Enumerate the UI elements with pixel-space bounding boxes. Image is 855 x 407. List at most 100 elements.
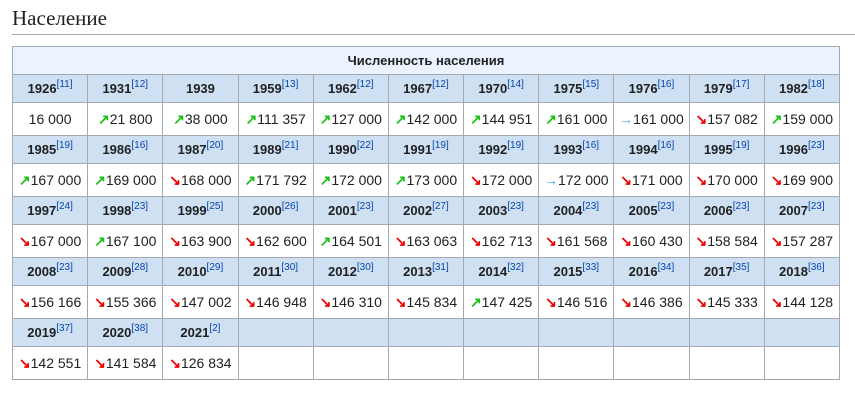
reference-link[interactable]: [15] — [582, 79, 599, 90]
population-cell: ↘146 310 — [312, 285, 389, 319]
population-cell: ↘167 000 — [11, 224, 89, 258]
reference-link[interactable]: [16] — [131, 140, 148, 151]
trend-down-icon: ↘ — [394, 293, 407, 310]
population-value: 169 000 — [105, 171, 157, 188]
year-cell: 1939 — [162, 74, 239, 103]
reference-link[interactable]: [30] — [281, 262, 298, 273]
year-cell: 2004[23] — [538, 196, 615, 225]
reference-link[interactable]: [22] — [357, 140, 374, 151]
year: 1998 — [102, 203, 132, 218]
reference-link[interactable]: [31] — [432, 262, 449, 273]
reference-link[interactable]: [23] — [808, 201, 825, 212]
reference-link[interactable]: [12] — [357, 79, 374, 90]
value-row: ↘156 166 ↘155 366 ↘147 002 ↘146 948 ↘146 310… — [11, 285, 841, 319]
year-cell — [613, 318, 690, 347]
reference-link[interactable]: [17] — [733, 79, 750, 90]
population-value: 170 000 — [707, 171, 758, 188]
year-row: 2008[23] 2009[28] 2010[29] 2011[30] 2012[30]… — [11, 257, 841, 286]
reference-link[interactable]: [14] — [507, 79, 524, 90]
trend-down-icon: ↘ — [770, 171, 783, 188]
population-cell — [387, 346, 465, 380]
reference-link[interactable]: [16] — [582, 140, 599, 151]
year: 2009 — [102, 264, 132, 279]
year: 2002 — [403, 203, 433, 218]
reference-link[interactable]: [11] — [57, 79, 73, 90]
reference-link[interactable]: [34] — [658, 262, 675, 273]
year: 1967 — [403, 81, 433, 96]
year-cell: 1993[16] — [538, 135, 615, 164]
reference-link[interactable]: [16] — [658, 140, 675, 151]
population-value: 172 000 — [331, 171, 382, 188]
year-cell: 1979[17] — [688, 74, 765, 103]
trend-down-icon: ↘ — [695, 232, 708, 249]
population-value: 159 000 — [782, 110, 834, 127]
reference-link[interactable]: [26] — [282, 201, 299, 212]
year-cell: 2005[23] — [613, 196, 690, 225]
reference-link[interactable]: [23] — [658, 201, 675, 212]
reference-link[interactable]: [2] — [209, 323, 220, 334]
trend-up-icon: ↗ — [173, 110, 185, 127]
year-cell: 1999[25] — [162, 196, 239, 225]
reference-link[interactable]: [23] — [357, 201, 374, 212]
year-cell — [763, 318, 841, 347]
reference-link[interactable]: [16] — [658, 79, 675, 90]
reference-link[interactable]: [23] — [733, 201, 750, 212]
year: 2010 — [177, 264, 207, 279]
year: 1985 — [27, 142, 57, 157]
reference-link[interactable]: [32] — [507, 262, 524, 273]
reference-link[interactable]: [33] — [582, 262, 599, 273]
population-value: 146 948 — [256, 293, 307, 310]
population-value: 147 002 — [180, 293, 232, 310]
reference-link[interactable]: [19] — [56, 140, 73, 151]
reference-link[interactable]: [23] — [582, 201, 599, 212]
reference-link[interactable]: [23] — [56, 262, 73, 273]
reference-link[interactable]: [25] — [207, 201, 224, 212]
year: 1999 — [177, 203, 207, 218]
reference-link[interactable]: [29] — [207, 262, 224, 273]
year-cell: 2008[23] — [11, 257, 89, 286]
year-cell: 1996[23] — [763, 135, 841, 164]
year-cell — [463, 318, 540, 347]
trend-down-icon: ↘ — [469, 232, 482, 249]
year-cell: 1997[24] — [11, 196, 89, 225]
year-cell: 2021[2] — [162, 318, 239, 347]
population-cell: ↘160 430 — [613, 224, 690, 258]
population-value: 163 900 — [180, 232, 232, 249]
reference-link[interactable]: [18] — [808, 79, 825, 90]
year: 1970 — [478, 81, 508, 96]
population-value: 168 000 — [180, 171, 232, 188]
population-value: 167 000 — [30, 232, 82, 249]
reference-link[interactable]: [37] — [56, 323, 73, 334]
reference-link[interactable]: [23] — [131, 201, 148, 212]
reference-link[interactable]: [12] — [432, 79, 449, 90]
reference-link[interactable]: [24] — [56, 201, 73, 212]
reference-link[interactable]: [21] — [282, 140, 299, 151]
trend-down-icon: ↘ — [94, 293, 106, 310]
reference-link[interactable]: [19] — [432, 140, 449, 151]
year: 2004 — [553, 203, 583, 218]
reference-link[interactable]: [19] — [733, 140, 750, 151]
reference-link[interactable]: [35] — [733, 262, 750, 273]
reference-link[interactable]: [13] — [282, 79, 299, 90]
reference-link[interactable]: [23] — [808, 140, 825, 151]
reference-link[interactable]: [20] — [207, 140, 224, 151]
population-value: 146 310 — [331, 293, 382, 310]
year-row: 1997[24] 1998[23] 1999[25] 2000[26] 2001[23]… — [11, 196, 841, 225]
population-value: 171 000 — [632, 171, 683, 188]
year: 2008 — [27, 264, 57, 279]
population-cell: ↘142 551 — [11, 346, 89, 380]
trend-same-icon: → — [619, 111, 634, 127]
year-cell: 2016[34] — [613, 257, 690, 286]
reference-link[interactable]: [30] — [357, 262, 374, 273]
reference-link[interactable]: [38] — [131, 323, 148, 334]
reference-link[interactable]: [27] — [432, 201, 449, 212]
reference-link[interactable]: [12] — [131, 79, 148, 90]
reference-link[interactable]: [19] — [507, 140, 524, 151]
population-value: 145 834 — [406, 293, 458, 310]
year: 1990 — [327, 142, 357, 157]
reference-link[interactable]: [23] — [507, 201, 524, 212]
population-value: 163 063 — [406, 232, 458, 249]
population-value: 164 501 — [331, 232, 382, 249]
reference-link[interactable]: [28] — [131, 262, 148, 273]
reference-link[interactable]: [36] — [808, 262, 825, 273]
